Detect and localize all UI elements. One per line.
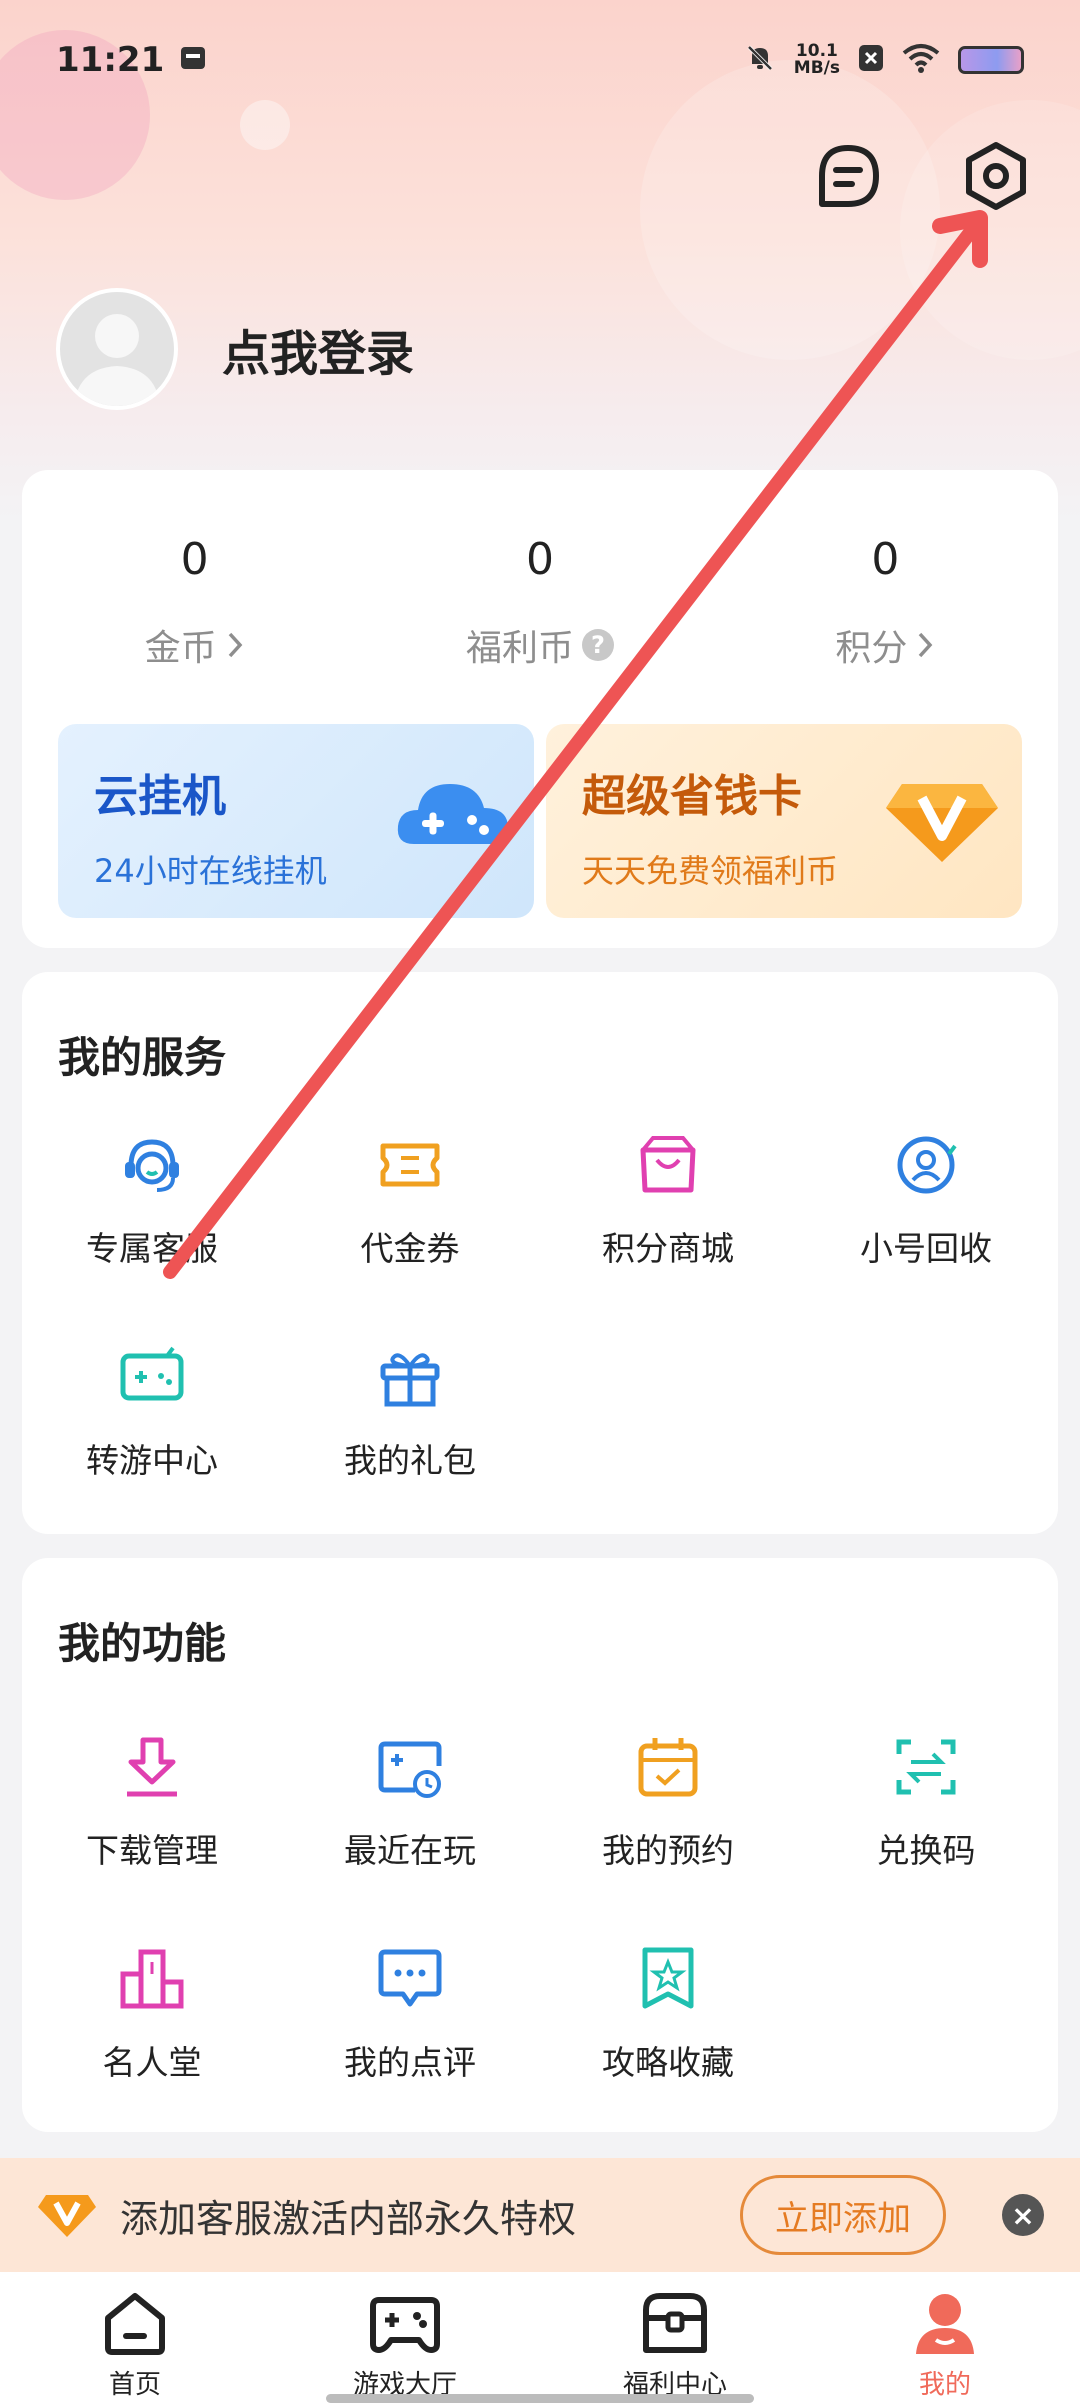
cloud-gamepad-icon [397, 784, 508, 844]
function-download-manager[interactable]: 下载管理 [22, 1732, 282, 1872]
service-label: 代金券 [360, 1229, 460, 1268]
service-account-recycle[interactable]: 小号回收 [796, 1130, 1056, 1270]
v-diamond-icon [38, 2195, 96, 2237]
section-title: 我的功能 [58, 1619, 227, 1668]
tab-label: 首页 [108, 2370, 161, 2400]
stat-welfare-coins[interactable]: 0 福利币 ? [367, 534, 712, 671]
comment-icon [378, 1949, 442, 2007]
banner-text: 添加客服激活内部永久特权 [120, 2196, 577, 2241]
function-label: 最近在玩 [344, 1831, 476, 1870]
stat-label: 积分 [835, 628, 908, 669]
default-avatar-icon [74, 314, 160, 406]
function-redeem-code[interactable]: 兑换码 [796, 1732, 1056, 1872]
question-icon[interactable]: ? [582, 629, 614, 661]
home-indicator[interactable] [326, 2394, 754, 2403]
stat-label: 金币 [144, 628, 217, 669]
add-now-button[interactable]: 立即添加 [740, 2175, 946, 2255]
function-hall-of-fame[interactable]: 名人堂 [22, 1944, 282, 2084]
person-icon [916, 2294, 974, 2354]
close-icon[interactable]: × [1002, 2194, 1044, 2236]
service-customer-support[interactable]: 专属客服 [22, 1130, 282, 1270]
shopping-bag-icon [640, 1136, 696, 1193]
treasure-chest-icon [643, 2293, 707, 2353]
download-icon [127, 1737, 177, 1797]
function-label: 我的点评 [344, 2043, 476, 2082]
tab-label: 我的 [918, 2370, 971, 2400]
net-speed-unit: MB/s [793, 58, 840, 78]
stat-value: 0 [871, 534, 900, 585]
message-icon [819, 145, 879, 207]
settings-hexagon-icon [966, 142, 1026, 210]
game-transfer-icon [120, 1346, 184, 1401]
home-icon [105, 2293, 165, 2355]
calendar-check-icon [638, 1738, 698, 1797]
net-speed: 10.1 MB/s [794, 43, 840, 77]
section-title: 我的服务 [58, 1033, 227, 1082]
account-recycle-icon [897, 1136, 957, 1194]
message-button[interactable] [806, 134, 890, 218]
status-time: 11:21 [56, 40, 165, 80]
sim-x-icon [858, 44, 884, 76]
promo-banner[interactable]: 添加客服激活内部永久特权 立即添加 × [0, 2158, 1080, 2272]
service-label: 我的礼包 [344, 1441, 476, 1480]
wifi-icon [902, 43, 940, 77]
service-my-gifts[interactable]: 我的礼包 [280, 1342, 540, 1482]
coupon-icon [380, 1143, 440, 1187]
tab-welfare-center[interactable]: 福利中心 [540, 2272, 810, 2408]
function-label: 兑换码 [876, 1831, 976, 1870]
chevron-right-icon [228, 632, 243, 658]
stat-value: 0 [180, 534, 209, 585]
tab-home[interactable]: 首页 [0, 2272, 270, 2408]
functions-card: 我的功能 下载管理 最近在玩 我的预约 兑换码 名人堂 我的点评 攻略收藏 [22, 1558, 1058, 2132]
stat-gold-coins[interactable]: 0 金币 [22, 534, 367, 671]
tab-game-hall[interactable]: 游戏大厅 [270, 2272, 540, 2408]
stat-points[interactable]: 0 积分 [713, 534, 1058, 671]
bottom-tab-bar: 首页 游戏大厅 福利中心 我的 [0, 2272, 1080, 2408]
function-recent-played[interactable]: 最近在玩 [280, 1732, 540, 1872]
function-label: 攻略收藏 [602, 2043, 734, 2082]
headset-icon [125, 1139, 179, 1192]
function-label: 下载管理 [86, 1831, 218, 1870]
avatar[interactable] [56, 288, 178, 410]
login-text[interactable]: 点我登录 [222, 314, 414, 384]
tab-mine[interactable]: 我的 [810, 2272, 1080, 2408]
services-card: 我的服务 专属客服 代金券 积分商城 小号回收 转游中心 我的礼包 [22, 972, 1058, 1534]
v-diamond-icon [886, 784, 998, 862]
chevron-right-icon [919, 632, 933, 658]
profile-login[interactable]: 点我登录 [56, 288, 414, 410]
exchange-code-icon [896, 1739, 956, 1795]
service-game-transfer[interactable]: 转游中心 [22, 1342, 282, 1482]
service-label: 转游中心 [86, 1441, 218, 1480]
service-label: 专属客服 [86, 1229, 218, 1268]
stat-value: 0 [525, 534, 554, 585]
function-my-reservations[interactable]: 我的预约 [538, 1732, 798, 1872]
cloud-hosting-card[interactable]: 云挂机 24小时在线挂机 [58, 724, 534, 918]
bookmark-star-icon [642, 1947, 694, 2009]
settings-button[interactable] [954, 134, 1038, 218]
service-coupons[interactable]: 代金券 [280, 1130, 540, 1270]
podium-icon [120, 1949, 184, 2009]
service-points-mall[interactable]: 积分商城 [538, 1130, 798, 1270]
function-my-reviews[interactable]: 我的点评 [280, 1944, 540, 2084]
gift-icon [380, 1353, 440, 1407]
battery-icon [958, 46, 1024, 74]
function-label: 名人堂 [102, 2043, 202, 2082]
function-guide-favorites[interactable]: 攻略收藏 [538, 1944, 798, 2084]
money-saver-card[interactable]: 超级省钱卡 天天免费领福利币 [546, 724, 1022, 918]
status-bar: 11:21 10.1 MB/s [0, 0, 1080, 120]
bell-muted-icon [744, 42, 776, 78]
service-label: 积分商城 [602, 1229, 734, 1268]
gamepad-icon [370, 2297, 440, 2353]
calendar-notify-icon [178, 43, 208, 77]
recent-games-icon [378, 1741, 442, 1798]
stat-label: 福利币 [465, 628, 574, 669]
wallet-card: 0 金币 0 福利币 ? 0 积分 云挂机 24小时在线挂机 超级省钱卡 天天免… [22, 470, 1058, 948]
function-label: 我的预约 [602, 1831, 734, 1870]
service-label: 小号回收 [860, 1229, 992, 1268]
